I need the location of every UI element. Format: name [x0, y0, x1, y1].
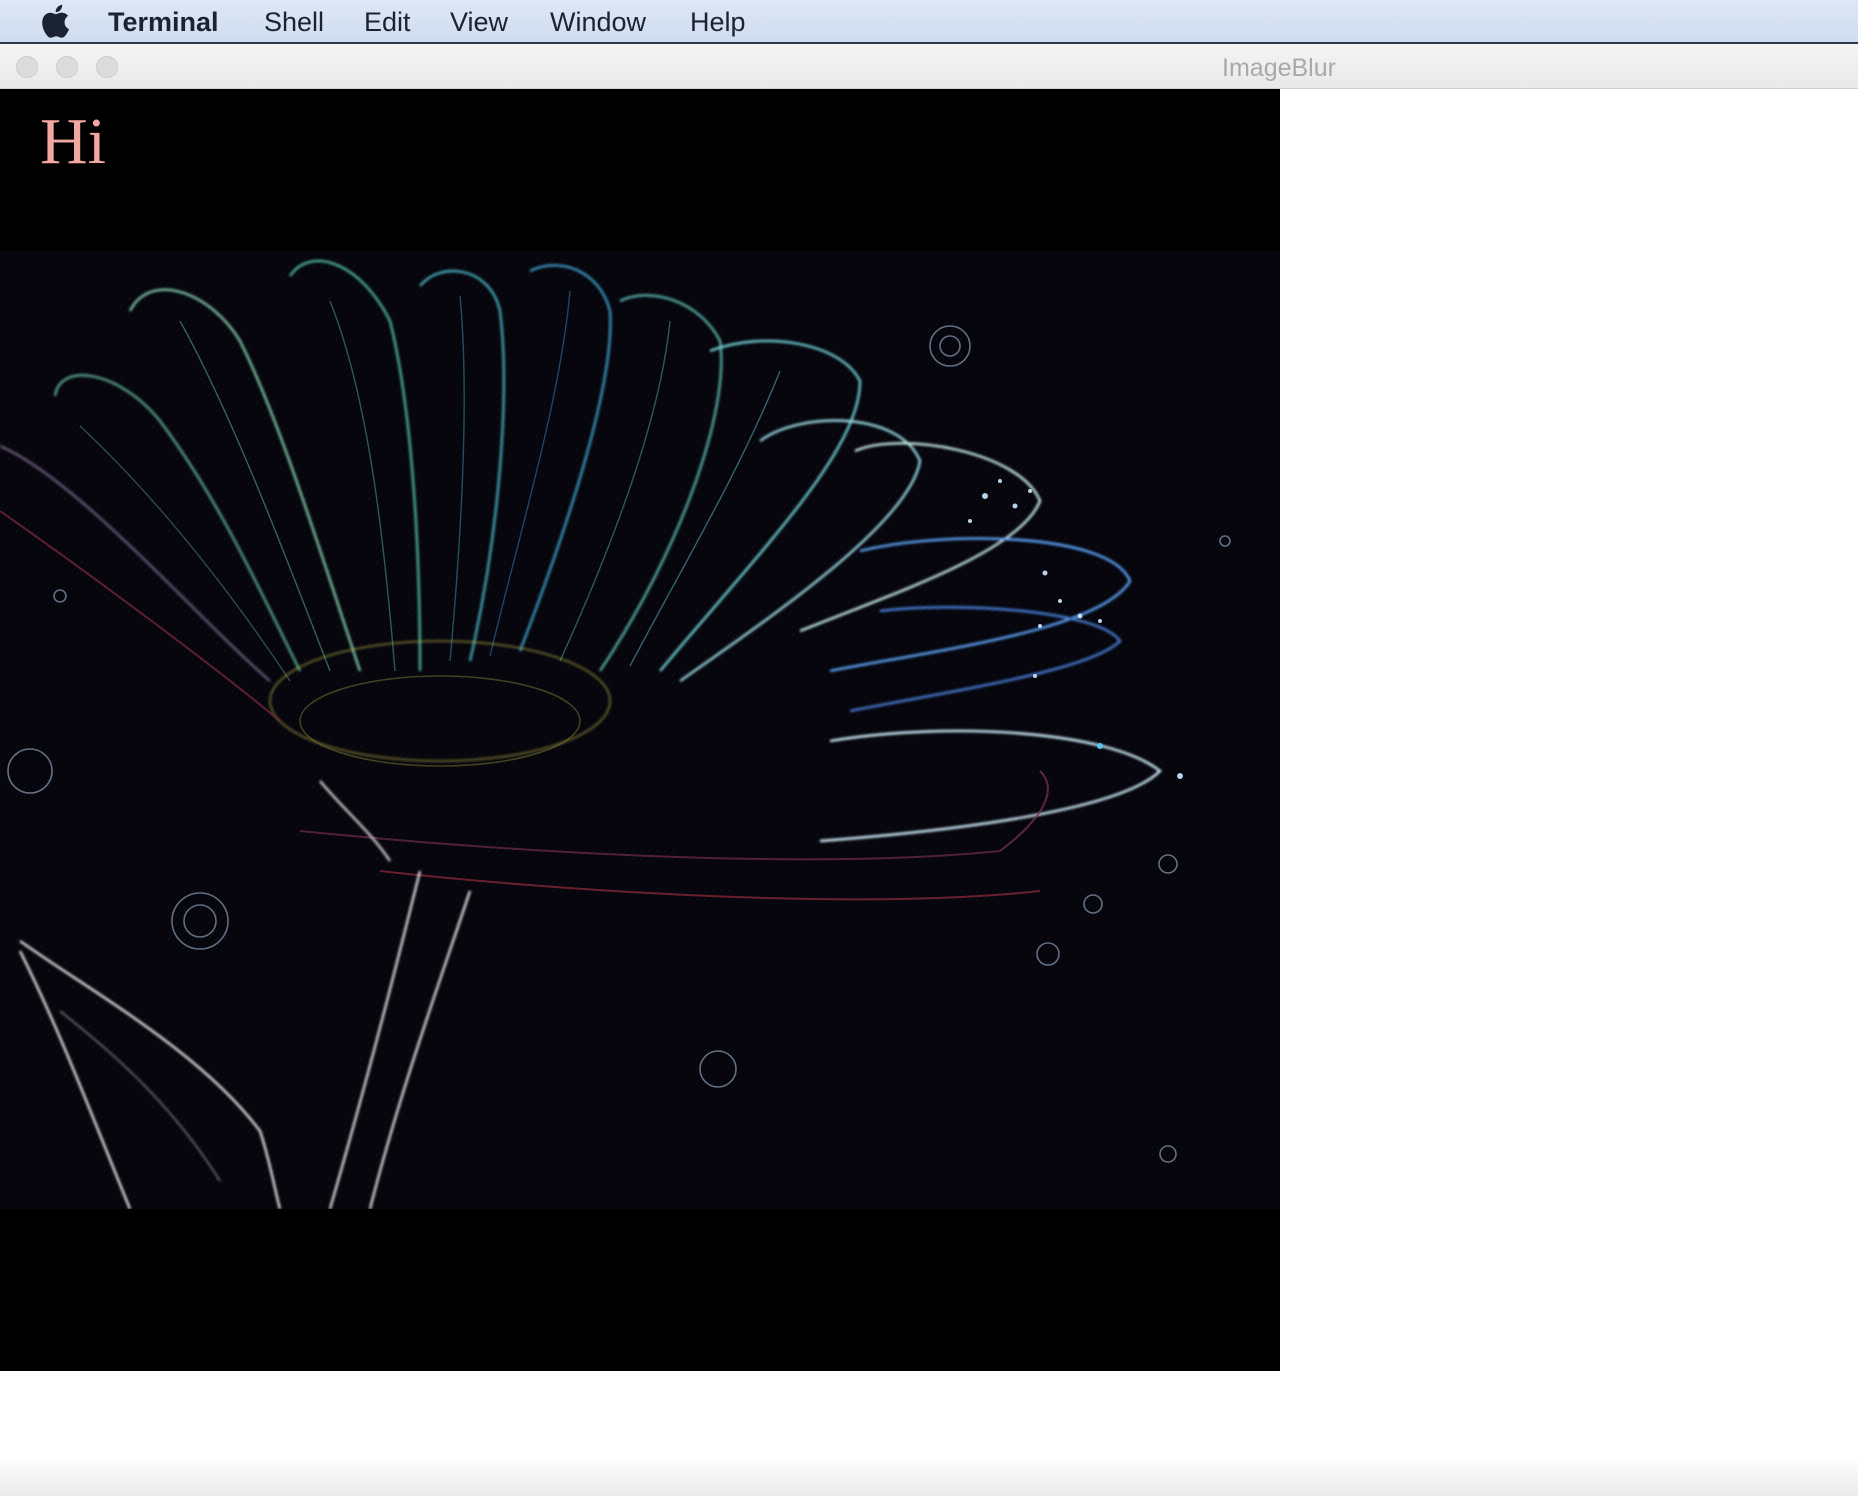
render-canvas: Hi: [0, 89, 1280, 1371]
menu-help[interactable]: Help: [690, 6, 746, 38]
apple-logo-icon[interactable]: [40, 4, 70, 38]
window-bottom-shadow: [0, 1456, 1858, 1496]
window-titlebar[interactable]: ImageBlur: [0, 44, 1858, 89]
menu-edit[interactable]: Edit: [364, 6, 411, 38]
window-title: ImageBlur: [1222, 54, 1336, 82]
menu-view[interactable]: View: [450, 6, 508, 38]
menu-app-terminal[interactable]: Terminal: [108, 6, 219, 38]
menu-bar: Terminal Shell Edit View Window Help: [0, 0, 1858, 44]
menu-shell[interactable]: Shell: [264, 6, 324, 38]
edge-detected-flower-image: [0, 251, 1280, 1209]
menu-window[interactable]: Window: [550, 6, 646, 38]
window-content: Hi: [0, 89, 1858, 1496]
hi-label: Hi: [40, 105, 106, 178]
